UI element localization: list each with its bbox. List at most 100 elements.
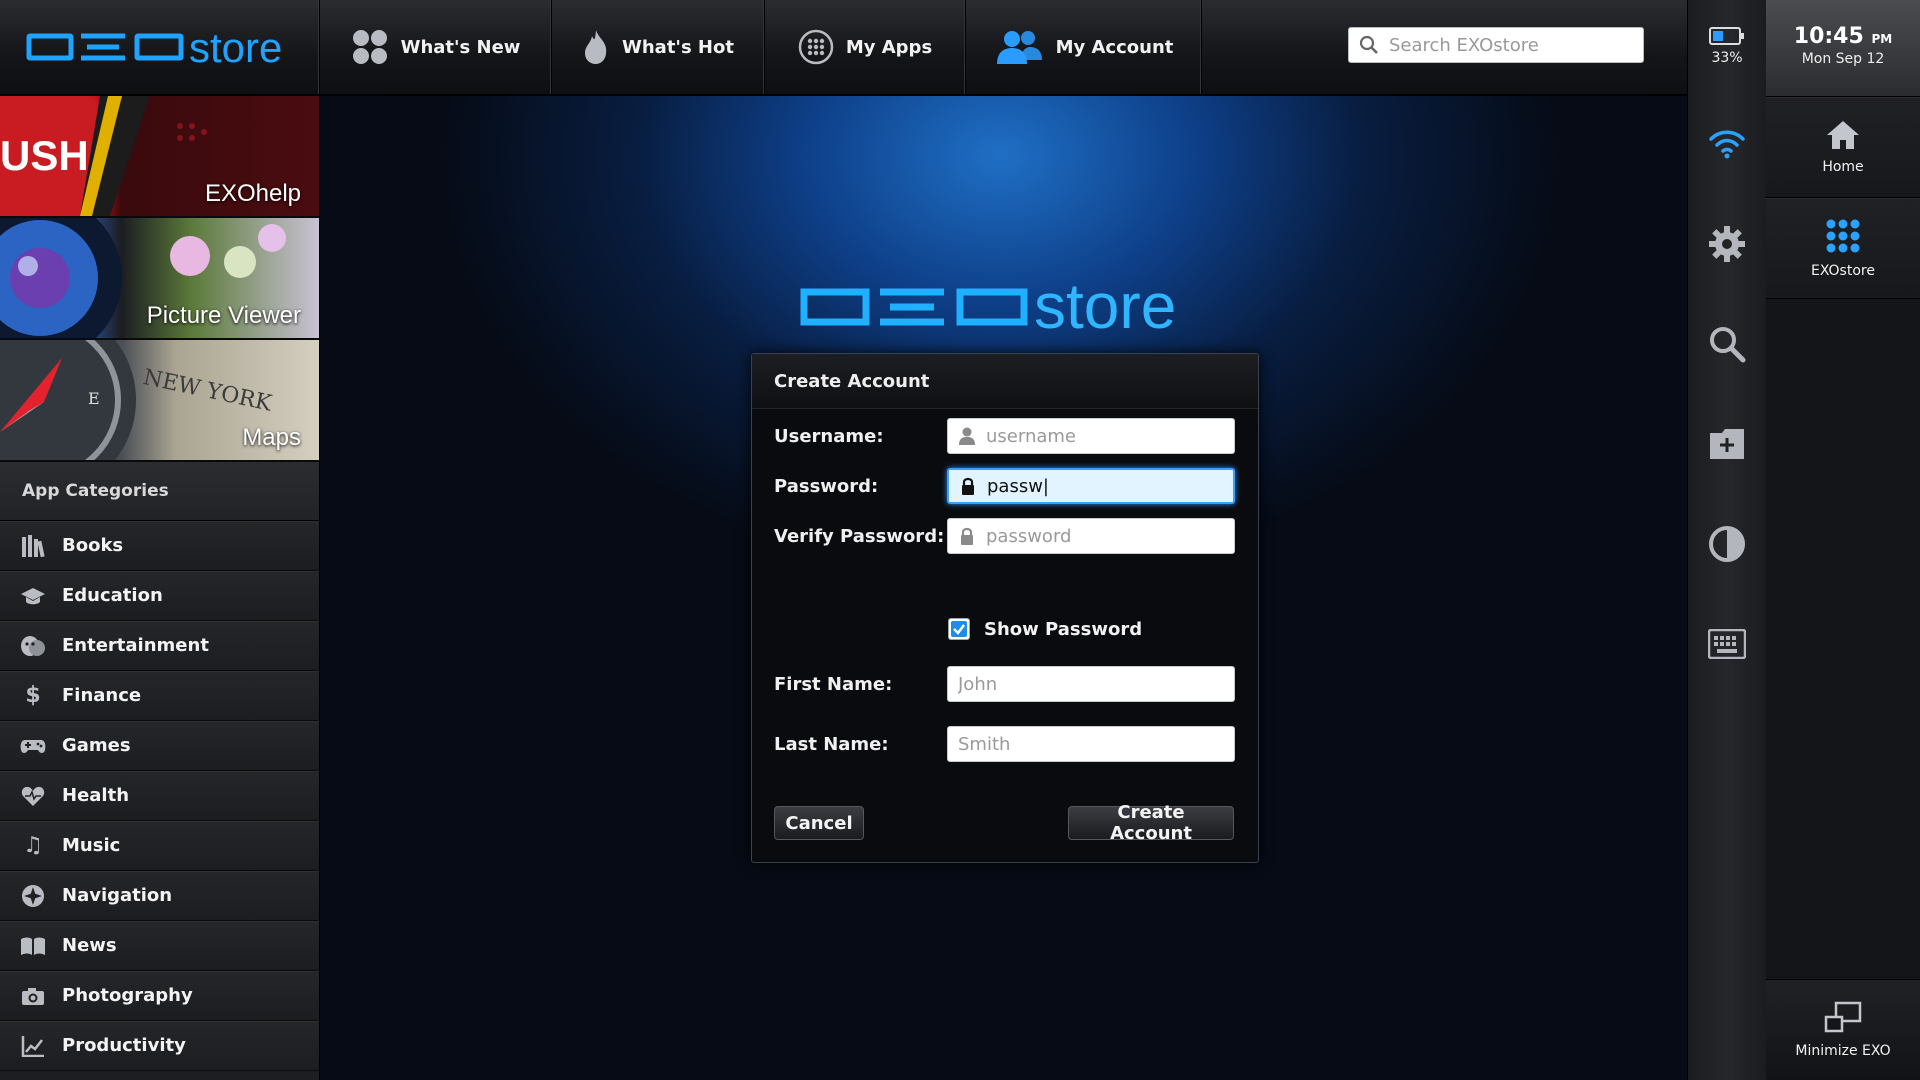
search-icon [1710, 327, 1746, 363]
tab-label: What's New [400, 36, 521, 58]
home-icon [1827, 121, 1859, 149]
graduation-cap-icon [20, 583, 46, 609]
username-label: Username: [774, 425, 884, 447]
verify-password-row: Verify Password: [774, 518, 1235, 554]
show-password-row[interactable]: Show Password [948, 618, 1142, 640]
global-search-button[interactable] [1688, 322, 1766, 366]
exostore-button[interactable]: EXOstore [1766, 198, 1920, 299]
first-name-field[interactable] [947, 666, 1235, 702]
tile-exohelp[interactable]: USH EXOhelp [0, 96, 319, 218]
lock-icon [957, 477, 979, 495]
clock-ampm: PM [1871, 32, 1893, 46]
left-sidebar: USH EXOhelp Picture Viewer E NEW YORK Ma… [0, 96, 320, 1080]
verify-password-field[interactable] [947, 518, 1235, 554]
masks-icon [20, 633, 46, 659]
music-note-icon: ♫ [23, 833, 43, 858]
category-books[interactable]: Books [0, 521, 319, 571]
map-text: NEW YORK [141, 365, 274, 417]
last-name-field[interactable] [947, 726, 1235, 762]
main-content: store Create Account Username: Password: [320, 96, 1686, 1080]
tile-label: Maps [242, 424, 301, 451]
username-field[interactable] [947, 418, 1235, 454]
folder-add-icon [1710, 429, 1744, 459]
battery-icon [1709, 27, 1744, 45]
home-label: Home [1822, 159, 1864, 175]
main-store-logo: store [798, 270, 1218, 346]
dialog-title: Create Account [752, 354, 1258, 409]
launcher-panel: 10:45 PM Mon Sep 12 Home EXOstore Minimi… [1766, 0, 1920, 1080]
logo-text: store [1034, 272, 1176, 342]
contrast-button[interactable] [1688, 523, 1766, 565]
username-input[interactable] [984, 424, 1228, 448]
tile-picture-viewer[interactable]: Picture Viewer [0, 218, 319, 340]
tile-label: EXOhelp [204, 180, 301, 207]
minimize-exo-button[interactable]: Minimize EXO [1766, 979, 1920, 1080]
tab-whats-hot[interactable]: What's Hot [552, 0, 765, 94]
category-news[interactable]: News [0, 921, 319, 971]
logo-text: store [189, 24, 282, 71]
clock-time-row: 10:45 PM [1766, 0, 1920, 49]
gamepad-icon [20, 733, 46, 759]
last-name-row: Last Name: [774, 726, 1235, 762]
clock: 10:45 PM Mon Sep 12 [1766, 0, 1920, 97]
app-grid-icon [1826, 219, 1860, 253]
category-education[interactable]: Education [0, 571, 319, 621]
exo-logo-large: store [800, 270, 1176, 342]
verify-password-label: Verify Password: [774, 525, 945, 547]
checkmark-icon [951, 621, 967, 637]
category-label: Education [62, 585, 163, 606]
show-password-label: Show Password [984, 618, 1143, 640]
password-row: Password: [774, 468, 1235, 504]
category-label: Photography [62, 985, 193, 1006]
tile-maps[interactable]: E NEW YORK Maps [0, 340, 319, 462]
category-games[interactable]: Games [0, 721, 319, 771]
category-photography[interactable]: Photography [0, 971, 319, 1021]
keyboard-button[interactable] [1688, 626, 1766, 662]
show-password-checkbox[interactable] [948, 618, 970, 640]
tab-whats-new[interactable]: What's New [320, 0, 552, 94]
last-name-input[interactable] [956, 732, 1200, 756]
settings-button[interactable] [1688, 222, 1766, 266]
first-name-row: First Name: [774, 666, 1235, 702]
search-field[interactable] [1348, 27, 1644, 63]
books-icon [20, 533, 46, 559]
dollar-icon: $ [25, 683, 41, 708]
home-button[interactable]: Home [1766, 97, 1920, 198]
password-input[interactable] [985, 474, 1229, 498]
create-account-button[interactable]: Create Account [1068, 802, 1234, 844]
create-account-dialog: Create Account Username: Password: Verif… [751, 353, 1259, 863]
add-folder-button[interactable] [1688, 424, 1766, 464]
app-categories-header: App Categories [0, 462, 319, 521]
top-navigation-bar: store What's New What's Hot My Apps My A… [0, 0, 1687, 96]
category-label: Entertainment [62, 635, 209, 656]
wifi-button[interactable] [1688, 124, 1766, 164]
category-navigation[interactable]: Navigation [0, 871, 319, 921]
battery-indicator[interactable] [1688, 24, 1766, 48]
battery-percent: 33% [1711, 50, 1743, 66]
camera-icon [20, 983, 46, 1009]
category-finance[interactable]: $ Finance [0, 671, 319, 721]
category-entertainment[interactable]: Entertainment [0, 621, 319, 671]
search-input[interactable] [1387, 33, 1631, 57]
minimize-label: Minimize EXO [1795, 1043, 1891, 1059]
category-productivity[interactable]: Productivity [0, 1021, 319, 1071]
verify-password-input[interactable] [984, 524, 1228, 548]
tab-label: My Apps [845, 36, 933, 58]
category-label: Health [62, 785, 130, 806]
category-label: Productivity [62, 1035, 186, 1056]
category-music[interactable]: ♫ Music [0, 821, 319, 871]
category-label: Music [62, 835, 121, 856]
users-icon [996, 31, 1042, 64]
first-name-input[interactable] [956, 672, 1200, 696]
password-field[interactable] [947, 468, 1235, 504]
cancel-button[interactable]: Cancel [774, 806, 864, 840]
category-label: News [62, 935, 117, 956]
compass-letter: E [88, 389, 100, 408]
tab-my-apps[interactable]: My Apps [765, 0, 966, 94]
category-label: Finance [62, 685, 142, 706]
category-health[interactable]: Health [0, 771, 319, 821]
tile-label: Picture Viewer [146, 302, 301, 329]
exo-store-logo[interactable]: store [0, 0, 320, 94]
lock-icon [956, 527, 978, 545]
tab-my-account[interactable]: My Account [966, 0, 1202, 94]
